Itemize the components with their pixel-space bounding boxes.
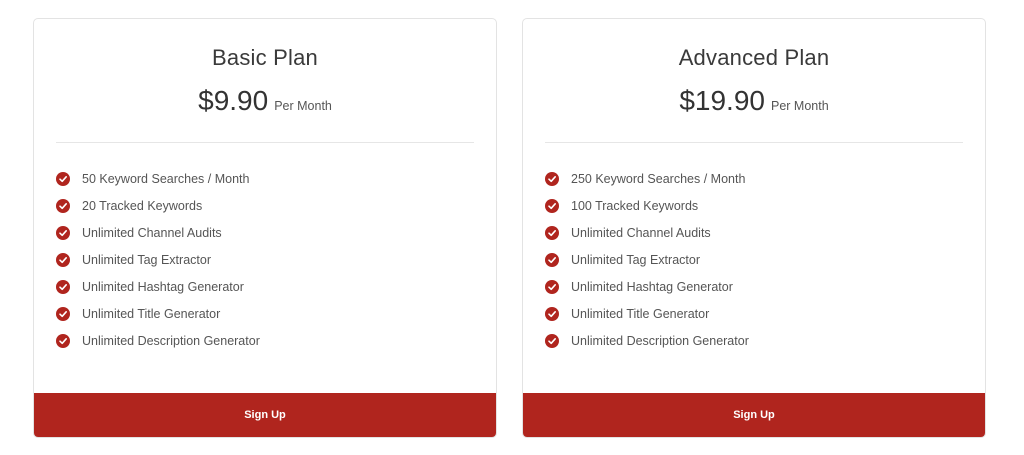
feature-label: 100 Tracked Keywords: [571, 198, 699, 213]
check-circle-icon: [545, 279, 559, 294]
plan-title: Advanced Plan: [678, 45, 830, 70]
check-circle-icon: [545, 171, 559, 186]
feature-label: 20 Tracked Keywords: [82, 198, 203, 213]
check-circle-icon: [545, 252, 559, 267]
feature-item: 20 Tracked Keywords: [56, 192, 260, 219]
feature-label: Unlimited Title Generator: [571, 307, 710, 322]
sign-up-button-advanced[interactable]: Sign Up: [523, 393, 985, 437]
feature-label: Unlimited Tag Extractor: [82, 252, 211, 267]
check-circle-icon: [545, 307, 559, 322]
plan-period: Per Month: [274, 99, 332, 113]
check-circle-icon: [545, 198, 559, 213]
divider: [56, 142, 474, 143]
check-circle-icon: [56, 252, 70, 267]
price-row: $19.90 Per Month: [523, 85, 985, 117]
feature-list: 50 Keyword Searches / Month 20 Tracked K…: [56, 165, 260, 355]
feature-label: 50 Keyword Searches / Month: [82, 171, 250, 186]
feature-label: Unlimited Title Generator: [82, 307, 221, 322]
feature-label: Unlimited Hashtag Generator: [571, 279, 733, 294]
feature-item: Unlimited Tag Extractor: [56, 246, 260, 273]
check-circle-icon: [56, 171, 70, 186]
feature-item: Unlimited Channel Audits: [545, 219, 749, 246]
feature-item: 250 Keyword Searches / Month: [545, 165, 749, 192]
feature-label: Unlimited Tag Extractor: [571, 252, 700, 267]
check-circle-icon: [545, 225, 559, 240]
pricing-plans: Basic Plan $9.90 Per Month 50 Keyword Sea…: [0, 0, 1024, 455]
check-circle-icon: [56, 198, 70, 213]
feature-item: Unlimited Title Generator: [56, 300, 260, 327]
feature-label: Unlimited Description Generator: [82, 334, 260, 349]
plan-period: Per Month: [770, 99, 829, 113]
feature-label: Unlimited Channel Audits: [82, 225, 222, 240]
check-circle-icon: [56, 307, 70, 322]
feature-item: Unlimited Title Generator: [545, 300, 749, 327]
price-row: $9.90 Per Month: [34, 85, 496, 117]
feature-label: Unlimited Hashtag Generator: [82, 279, 244, 294]
feature-item: Unlimited Description Generator: [56, 328, 260, 355]
feature-item: 100 Tracked Keywords: [545, 192, 749, 219]
check-circle-icon: [56, 279, 70, 294]
plan-price: $9.90: [198, 85, 269, 116]
plan-card-advanced: Advanced Plan $19.90 Per Month 250 Keywor…: [522, 18, 986, 438]
plan-title: Basic Plan: [212, 45, 318, 70]
plan-price: $19.90: [679, 85, 765, 116]
sign-up-button-basic[interactable]: Sign Up: [34, 393, 496, 437]
feature-item: Unlimited Description Generator: [545, 328, 749, 355]
feature-item: 50 Keyword Searches / Month: [56, 165, 260, 192]
check-circle-icon: [56, 225, 70, 240]
feature-item: Unlimited Hashtag Generator: [545, 273, 749, 300]
check-circle-icon: [545, 334, 559, 349]
feature-label: Unlimited Description Generator: [571, 334, 749, 349]
divider: [545, 142, 963, 143]
feature-item: Unlimited Tag Extractor: [545, 246, 749, 273]
feature-item: Unlimited Channel Audits: [56, 219, 260, 246]
feature-list: 250 Keyword Searches / Month 100 Tracked…: [545, 165, 749, 355]
plan-card-basic: Basic Plan $9.90 Per Month 50 Keyword Sea…: [33, 18, 497, 438]
check-circle-icon: [56, 334, 70, 349]
feature-label: 250 Keyword Searches / Month: [571, 171, 746, 186]
feature-label: Unlimited Channel Audits: [571, 225, 711, 240]
feature-item: Unlimited Hashtag Generator: [56, 273, 260, 300]
